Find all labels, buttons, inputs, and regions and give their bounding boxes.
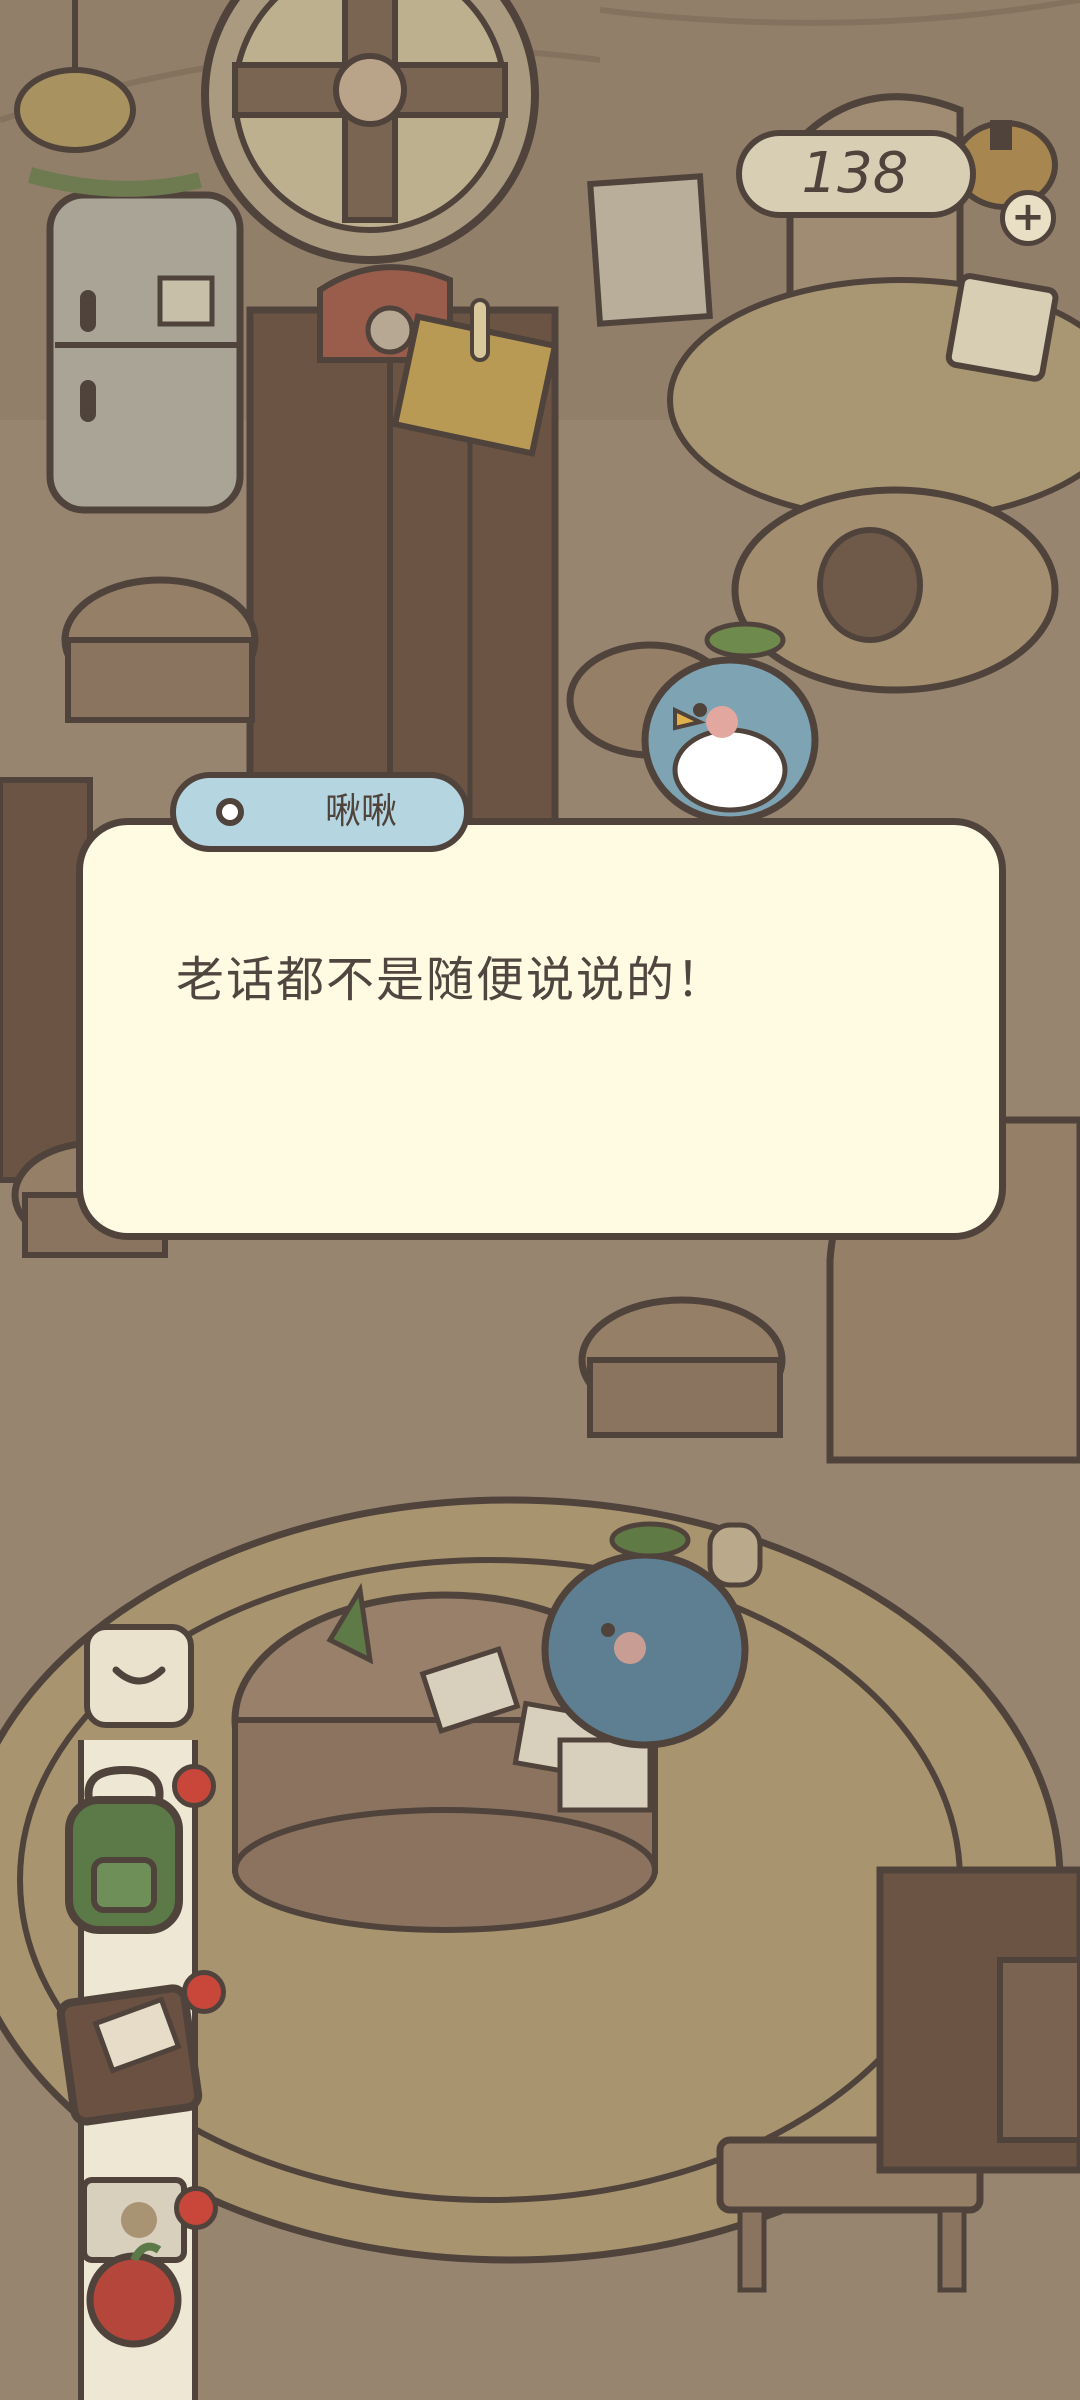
- tall-cabinet: [246, 264, 559, 834]
- speaker-name-tag: 啾啾: [170, 772, 470, 852]
- letters-icon: [81, 2177, 187, 2348]
- letters-button[interactable]: [44, 2160, 218, 2360]
- coin-count: 138: [801, 141, 909, 206]
- dialog-text: 老话都不是随便说说的！: [176, 952, 727, 1008]
- notebook-notification-dot: [182, 1970, 226, 2014]
- add-coin-button[interactable]: +: [1000, 190, 1056, 246]
- toolbar-collapse-button[interactable]: [84, 1624, 194, 1728]
- notebook-button[interactable]: [52, 1970, 226, 2170]
- chevron-down-icon: [112, 1666, 166, 1685]
- speaker-name: 啾啾: [324, 791, 397, 832]
- name-tag-dot-icon: [216, 798, 244, 826]
- backpack-button[interactable]: [44, 1760, 216, 1960]
- game-scene[interactable]: 138 + 啾啾 老话都不是随便说说的！: [0, 0, 1080, 2400]
- letters-notification-dot: [174, 2186, 218, 2230]
- backpack-notification-dot: [172, 1764, 216, 1808]
- dialog-box[interactable]: [76, 818, 1006, 1240]
- fridge: [27, 167, 244, 514]
